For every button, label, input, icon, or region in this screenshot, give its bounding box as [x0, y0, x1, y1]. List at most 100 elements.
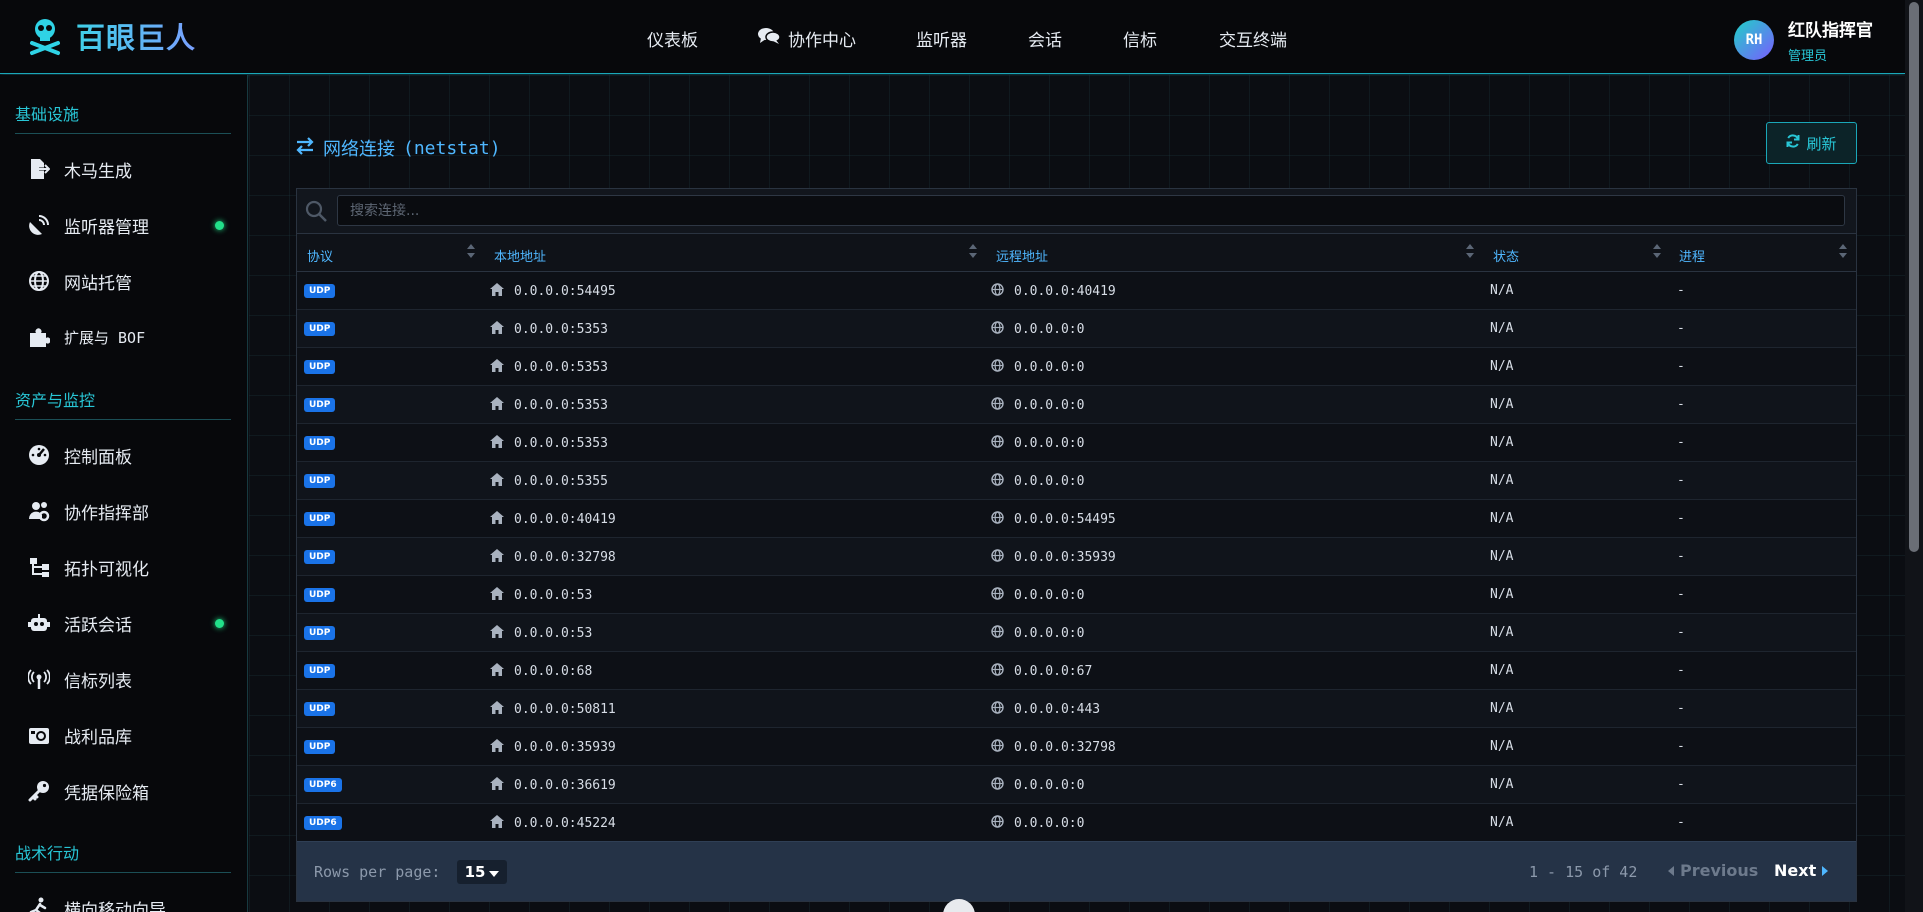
- nav-sessions[interactable]: 会话: [1028, 26, 1062, 51]
- process-cell: -: [1677, 701, 1685, 716]
- table-row[interactable]: UDP 0.0.0.0:68 0.0.0.0:67 N/A -: [297, 652, 1856, 690]
- user-info: 红队指挥官 管理员: [1788, 16, 1873, 64]
- table-row[interactable]: UDP 0.0.0.0:53 0.0.0.0:0 N/A -: [297, 614, 1856, 652]
- local-address-cell: 0.0.0.0:53: [490, 625, 592, 642]
- home-icon: [490, 359, 504, 376]
- next-label: Next: [1774, 861, 1817, 880]
- state-cell: N/A: [1490, 435, 1514, 450]
- table-row[interactable]: UDP6 0.0.0.0:36619 0.0.0.0:0 N/A -: [297, 766, 1856, 804]
- remote-address-cell: 0.0.0.0:0: [991, 473, 1084, 490]
- sidebar-item-payload-generator[interactable]: 木马生成: [28, 154, 224, 184]
- globe-icon: [991, 397, 1004, 414]
- sidebar-item-beacon-list[interactable]: 信标列表: [28, 664, 224, 694]
- protocol-cell: UDP: [304, 512, 336, 526]
- page-title-text: 网络连接: [323, 139, 395, 160]
- table-row[interactable]: UDP 0.0.0.0:53 0.0.0.0:0 N/A -: [297, 576, 1856, 614]
- exchange-icon: [295, 136, 315, 160]
- table-row[interactable]: UDP 0.0.0.0:5353 0.0.0.0:0 N/A -: [297, 348, 1856, 386]
- sidebar-item-label: 木马生成: [64, 161, 132, 182]
- local-address: 0.0.0.0:53: [514, 626, 593, 641]
- local-address: 0.0.0.0:5353: [514, 322, 608, 337]
- sidebar: 基础设施 木马生成 监听器管理 网站托管 扩展与 BOF 资产与监控 控制面板: [0, 75, 248, 912]
- nav-beacons[interactable]: 信标: [1123, 26, 1157, 51]
- protocol-cell: UDP: [304, 664, 336, 678]
- running-icon: [28, 897, 50, 912]
- protocol-badge: UDP: [304, 322, 336, 336]
- nav-collab-center[interactable]: 协作中心: [758, 26, 856, 51]
- globe-icon: [991, 739, 1004, 756]
- table-row[interactable]: UDP 0.0.0.0:5353 0.0.0.0:0 N/A -: [297, 310, 1856, 348]
- search-input[interactable]: [337, 195, 1845, 226]
- remote-address: 0.0.0.0:0: [1014, 360, 1085, 375]
- user-menu[interactable]: RH 红队指挥官 管理员: [1734, 16, 1873, 64]
- refresh-button[interactable]: 刷新: [1766, 122, 1857, 164]
- local-address: 0.0.0.0:5353: [514, 436, 608, 451]
- table-row[interactable]: UDP 0.0.0.0:5355 0.0.0.0:0 N/A -: [297, 462, 1856, 500]
- column-header-protocol[interactable]: 协议: [307, 246, 333, 265]
- next-page-button[interactable]: Next: [1774, 861, 1829, 880]
- globe-icon: [991, 587, 1004, 604]
- rows-per-page-label: Rows per page:: [314, 863, 441, 881]
- table-row[interactable]: UDP 0.0.0.0:5353 0.0.0.0:0 N/A -: [297, 424, 1856, 462]
- nav-dashboard[interactable]: 仪表板: [647, 26, 698, 51]
- home-icon: [490, 663, 504, 680]
- sidebar-item-collab-hq[interactable]: 协作指挥部: [28, 496, 224, 526]
- column-header-state[interactable]: 状态: [1493, 246, 1519, 265]
- sort-icon[interactable]: [466, 243, 476, 259]
- table-row[interactable]: UDP 0.0.0.0:35939 0.0.0.0:32798 N/A -: [297, 728, 1856, 766]
- sidebar-section-infrastructure: 基础设施: [15, 101, 231, 134]
- sidebar-item-label: 横向移动向导: [64, 900, 166, 912]
- protocol-cell: UDP6: [304, 778, 342, 792]
- sort-icon[interactable]: [1838, 243, 1848, 259]
- nav-listeners[interactable]: 监听器: [916, 26, 967, 51]
- remote-address-cell: 0.0.0.0:0: [991, 397, 1084, 414]
- sidebar-item-loot-vault[interactable]: 战利品库: [28, 720, 224, 750]
- key-icon: [28, 780, 50, 802]
- local-address-cell: 0.0.0.0:68: [490, 663, 592, 680]
- rows-per-page-select[interactable]: 15: [457, 860, 507, 884]
- page-scrollbar[interactable]: [1905, 0, 1923, 912]
- protocol-badge: UDP: [304, 474, 336, 488]
- remote-address: 0.0.0.0:0: [1014, 474, 1085, 489]
- local-address-cell: 0.0.0.0:53: [490, 587, 592, 604]
- sidebar-item-lateral-movement[interactable]: 横向移动向导: [28, 893, 224, 912]
- nav-terminal[interactable]: 交互终端: [1219, 26, 1287, 51]
- protocol-badge: UDP: [304, 626, 336, 640]
- local-address: 0.0.0.0:36619: [514, 778, 616, 793]
- protocol-cell: UDP: [304, 322, 336, 336]
- column-header-local-address[interactable]: 本地地址: [494, 246, 546, 265]
- search-icon: [304, 199, 328, 227]
- previous-page-button[interactable]: Previous: [1668, 861, 1758, 880]
- table-row[interactable]: UDP 0.0.0.0:54495 0.0.0.0:40419 N/A -: [297, 272, 1856, 310]
- nav-terminal-label: 交互终端: [1219, 31, 1287, 51]
- scrollbar-thumb[interactable]: [1909, 2, 1919, 552]
- sidebar-item-extensions-bof[interactable]: 扩展与 BOF: [28, 322, 224, 352]
- refresh-label: 刷新: [1806, 134, 1837, 153]
- protocol-badge: UDP: [304, 398, 336, 412]
- protocol-badge: UDP: [304, 360, 336, 374]
- remote-address-cell: 0.0.0.0:35939: [991, 549, 1116, 566]
- sidebar-item-active-sessions[interactable]: 活跃会话: [28, 608, 224, 638]
- table-row[interactable]: UDP 0.0.0.0:40419 0.0.0.0:54495 N/A -: [297, 500, 1856, 538]
- remote-address: 0.0.0.0:0: [1014, 778, 1085, 793]
- process-cell: -: [1677, 625, 1685, 640]
- column-header-remote-address[interactable]: 远程地址: [996, 246, 1048, 265]
- state-cell: N/A: [1490, 739, 1514, 754]
- remote-address: 0.0.0.0:67: [1014, 664, 1093, 679]
- table-row[interactable]: UDP6 0.0.0.0:45224 0.0.0.0:0 N/A -: [297, 804, 1856, 842]
- sidebar-item-listener-management[interactable]: 监听器管理: [28, 210, 224, 240]
- sidebar-item-control-panel[interactable]: 控制面板: [28, 440, 224, 470]
- sidebar-item-credential-vault[interactable]: 凭据保险箱: [28, 776, 224, 806]
- sort-icon[interactable]: [968, 243, 978, 259]
- sidebar-item-label: 监听器管理: [64, 217, 149, 238]
- globe-icon: [991, 473, 1004, 490]
- page-title: 网络连接 (netstat): [295, 135, 501, 161]
- sidebar-item-web-hosting[interactable]: 网站托管: [28, 266, 224, 296]
- sort-icon[interactable]: [1652, 243, 1662, 259]
- column-header-process[interactable]: 进程: [1679, 246, 1705, 265]
- sidebar-item-topology[interactable]: 拓扑可视化: [28, 552, 224, 582]
- table-row[interactable]: UDP 0.0.0.0:5353 0.0.0.0:0 N/A -: [297, 386, 1856, 424]
- sort-icon[interactable]: [1465, 243, 1475, 259]
- table-row[interactable]: UDP 0.0.0.0:32798 0.0.0.0:35939 N/A -: [297, 538, 1856, 576]
- table-row[interactable]: UDP 0.0.0.0:50811 0.0.0.0:443 N/A -: [297, 690, 1856, 728]
